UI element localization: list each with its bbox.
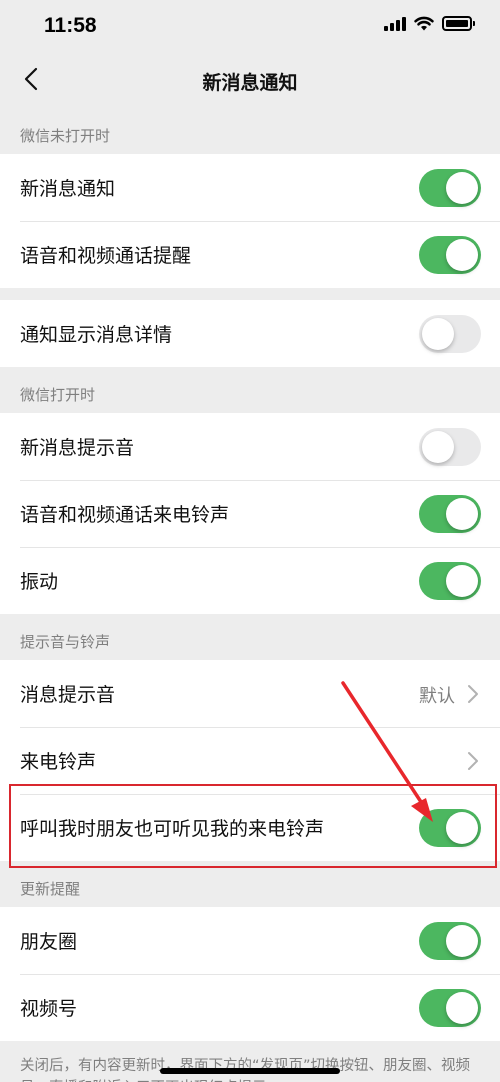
group-header-wechat-closed: 微信未打开时 — [20, 127, 111, 145]
row-label: 新消息通知 — [20, 178, 116, 200]
row-label: 通知显示消息详情 — [20, 324, 173, 346]
row-call-reminder: 语音和视频通话提醒 — [0, 221, 500, 288]
row-label: 呼叫我时朋友也可听见我的来电铃声 — [20, 818, 325, 840]
row-label: 消息提示音 — [20, 684, 116, 706]
row-label: 语音和视频通话来电铃声 — [20, 504, 230, 526]
toggle-new-message-notification[interactable] — [419, 169, 481, 207]
row-message-tone[interactable]: 消息提示音 默认 — [0, 660, 500, 727]
cellular-signal-icon — [384, 16, 406, 31]
row-call-ringtone: 语音和视频通话来电铃声 — [0, 480, 500, 547]
row-share-ringtone: 呼叫我时朋友也可听见我的来电铃声 — [0, 794, 500, 861]
row-show-message-detail: 通知显示消息详情 — [0, 300, 500, 367]
row-label: 朋友圈 — [20, 931, 78, 953]
chevron-right-icon — [468, 685, 478, 703]
row-ringtone[interactable]: 来电铃声 — [0, 727, 500, 794]
home-indicator — [160, 1068, 340, 1074]
group-header-sounds: 提示音与铃声 — [20, 633, 111, 651]
section-wechat-closed: 新消息通知 语音和视频通话提醒 — [0, 154, 500, 288]
row-label: 新消息提示音 — [20, 437, 135, 459]
toggle-call-reminder[interactable] — [419, 236, 481, 274]
row-new-message-notification: 新消息通知 — [0, 154, 500, 221]
section-wechat-open: 新消息提示音 语音和视频通话来电铃声 振动 — [0, 413, 500, 614]
section-updates: 朋友圈 视频号 — [0, 907, 500, 1041]
toggle-channels[interactable] — [419, 989, 481, 1027]
footer-note: 关闭后，有内容更新时，界面下方的“发现页”切换按钮、朋友圈、视频号、直播和附近入… — [20, 1058, 471, 1082]
status-icons — [384, 16, 475, 31]
row-vibration: 振动 — [0, 547, 500, 614]
status-time: 11:58 — [44, 14, 97, 37]
status-bar: 11:58 — [0, 0, 500, 52]
nav-bar: 新消息通知 — [0, 52, 500, 108]
message-tone-value: 默认 — [419, 686, 455, 707]
toggle-vibration[interactable] — [419, 562, 481, 600]
toggle-share-ringtone[interactable] — [419, 809, 481, 847]
toggle-call-ringtone[interactable] — [419, 495, 481, 533]
battery-icon — [442, 16, 475, 31]
row-label: 振动 — [20, 571, 59, 593]
toggle-moments[interactable] — [419, 922, 481, 960]
group-header-wechat-open: 微信打开时 — [20, 386, 96, 404]
row-label: 语音和视频通话提醒 — [20, 245, 192, 267]
row-channels: 视频号 — [0, 974, 500, 1041]
row-message-sound: 新消息提示音 — [0, 413, 500, 480]
section-message-detail: 通知显示消息详情 — [0, 300, 500, 367]
toggle-show-message-detail[interactable] — [419, 315, 481, 353]
row-moments: 朋友圈 — [0, 907, 500, 974]
page-title: 新消息通知 — [202, 72, 298, 94]
toggle-message-sound[interactable] — [419, 428, 481, 466]
section-sounds: 消息提示音 默认 来电铃声 呼叫我时朋友也可听见我的来电铃声 — [0, 660, 500, 861]
group-header-updates: 更新提醒 — [20, 880, 81, 898]
row-label: 来电铃声 — [20, 751, 97, 773]
chevron-right-icon — [468, 752, 478, 770]
wifi-icon — [414, 16, 434, 31]
row-label: 视频号 — [20, 998, 78, 1020]
